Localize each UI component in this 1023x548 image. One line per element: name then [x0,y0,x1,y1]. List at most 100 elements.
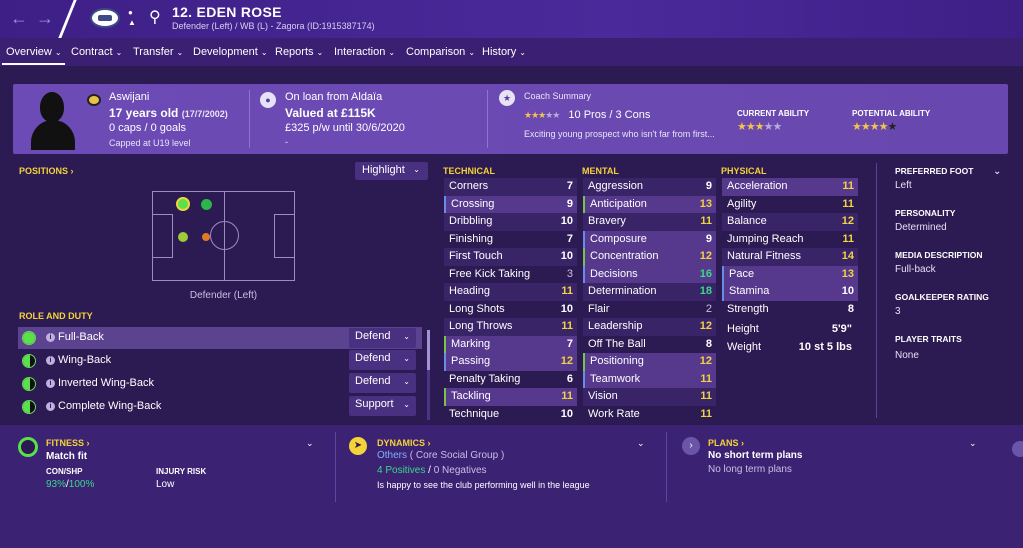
technical-attribute-row[interactable]: Corners 7 [444,178,577,196]
tab-transfer[interactable]: Transfer ⌄ [133,46,183,58]
chevron-down-icon[interactable]: ⌄ [969,438,977,449]
nationality[interactable]: Aswijani [109,91,149,103]
physical-attribute-row[interactable]: Agility 11 [722,196,858,214]
mental-attribute-row[interactable]: Positioning 12 [583,353,716,371]
attribute-value: 13 [841,267,854,280]
attribute-value: 18 [699,285,712,297]
info-icon[interactable]: i [46,333,55,342]
tab-comparison[interactable]: Comparison ⌄ [406,46,475,58]
mental-attribute-row[interactable]: Teamwork 11 [583,370,716,388]
highlight-dropdown[interactable]: Highlight ⌄ [355,162,428,180]
technical-attribute-row[interactable]: Tackling 11 [444,388,577,406]
player-avatar-icon [31,92,75,150]
fitness-title[interactable]: FITNESS › [46,438,90,448]
chevron-down-icon[interactable]: ⌄ [637,438,645,449]
pitch-position-label: Defender (Left) [189,290,258,301]
tab-contract[interactable]: Contract ⌄ [71,46,122,58]
nation-flag-icon[interactable] [87,94,101,106]
chevron-down-icon[interactable]: ⌄ [306,438,314,449]
attribute-name: Teamwork [590,372,641,385]
club-badge-icon[interactable] [90,8,120,28]
info-icon[interactable]: i [46,379,55,388]
mental-attribute-row[interactable]: Leadership 12 [583,318,716,336]
mental-attribute-row[interactable]: Vision 11 [583,388,716,406]
position-dot-wbl[interactable] [201,199,212,210]
tab-reports[interactable]: Reports ⌄ [275,46,323,58]
role-suitability-icon [22,354,36,368]
duty-dropdown[interactable]: Defend ⌄ [349,328,416,348]
position-dot-dm[interactable] [178,232,188,242]
tab-history[interactable]: History ⌄ [482,46,526,58]
tab-interaction[interactable]: Interaction ⌄ [334,46,395,58]
tab-overview[interactable]: Overview ⌄ [6,46,62,58]
duty-dropdown[interactable]: Defend ⌄ [349,350,416,370]
mental-attribute-row[interactable]: Determination 18 [583,283,716,301]
technical-attribute-row[interactable]: Passing 12 [444,353,577,371]
position-dot-mc[interactable] [202,233,210,241]
info-icon[interactable]: i [46,356,55,365]
mental-attribute-row[interactable]: Flair 2 [583,301,716,319]
role-row[interactable]: i Complete Wing-Back Support ⌄ [18,396,422,418]
current-ability-stars[interactable]: ★★★★★ [737,120,782,133]
shortlist-icons[interactable]: ● ▲ [128,8,136,28]
physical-attribute-row[interactable]: Acceleration 11 [722,178,858,196]
mental-attribute-row[interactable]: Work Rate 11 [583,406,716,424]
active-tab-indicator [2,63,65,65]
technical-attribute-row[interactable]: Free Kick Taking 3 [444,266,577,284]
physical-attribute-row[interactable]: Stamina 10 [722,283,858,301]
position-dot-dl[interactable] [176,197,190,211]
scroll-right-icon[interactable] [1012,441,1023,457]
chevron-down-icon[interactable]: ⌄ [993,166,1001,177]
role-row[interactable]: i Wing-Back Defend ⌄ [18,350,422,372]
technical-attribute-row[interactable]: Finishing 7 [444,231,577,249]
forward-arrow-icon[interactable]: → [36,8,54,29]
back-arrow-icon[interactable]: ← [10,8,28,29]
technical-attribute-row[interactable]: Crossing 9 [444,195,577,213]
social-group[interactable]: Others ( Core Social Group ) [377,450,504,461]
physical-attribute-row[interactable]: Natural Fitness 14 [722,248,858,266]
injury-risk-label: INJURY RISK [156,467,207,476]
attribute-name: Agility [727,197,757,210]
roles-scrollbar-thumb[interactable] [427,330,430,370]
physical-attribute-row[interactable]: Balance 12 [722,213,858,231]
mental-attribute-row[interactable]: Composure 9 [583,230,716,248]
tab-development[interactable]: Development ⌄ [193,46,268,58]
physical-attribute-row[interactable]: Pace 13 [722,265,858,283]
role-row[interactable]: i Inverted Wing-Back Defend ⌄ [18,373,422,395]
potential-ability-stars[interactable]: ★★★★★ [852,120,897,133]
technical-attribute-row[interactable]: Penalty Taking 6 [444,371,577,389]
technical-attribute-row[interactable]: First Touch 10 [444,248,577,266]
weight-label: Weight [727,341,762,353]
plans-title[interactable]: PLANS › [708,438,744,448]
mental-attribute-row[interactable]: Bravery 11 [583,213,716,231]
loan-status[interactable]: On loan from Aldaïa [285,91,382,103]
mental-attribute-row[interactable]: Off The Ball 8 [583,336,716,354]
technical-attribute-row[interactable]: Long Shots 10 [444,301,577,319]
mental-attribute-row[interactable]: Concentration 12 [583,248,716,266]
wage-extra: - [285,137,288,147]
preferred-foot-label: PREFERRED FOOT [895,166,974,176]
physical-attribute-row[interactable]: Jumping Reach 11 [722,231,858,249]
positions-title[interactable]: POSITIONS › [19,166,74,176]
mental-attribute-row[interactable]: Anticipation 13 [583,195,716,213]
technical-attribute-row[interactable]: Technique 10 [444,406,577,424]
search-icon[interactable]: ⚲ [149,7,161,27]
duty-dropdown[interactable]: Support ⌄ [349,396,416,416]
attribute-name: Anticipation [590,197,647,210]
coach-summary-title[interactable]: Coach Summary [524,91,591,101]
technical-attribute-row[interactable]: Marking 7 [444,335,577,353]
current-ability-label: CURRENT ABILITY [737,109,810,118]
technical-attribute-row[interactable]: Dribbling 10 [444,213,577,231]
attribute-name: Penalty Taking [449,372,521,385]
mental-attribute-row[interactable]: Decisions 16 [583,265,716,283]
mental-attribute-row[interactable]: Aggression 9 [583,178,716,196]
duty-dropdown[interactable]: Defend ⌄ [349,373,416,393]
technical-attribute-row[interactable]: Heading 11 [444,283,577,301]
info-icon[interactable]: i [46,402,55,411]
role-row[interactable]: i Full-Back Defend ⌄ [18,327,422,349]
dynamics-title[interactable]: DYNAMICS › [377,438,431,448]
technical-attribute-row[interactable]: Long Throws 11 [444,318,577,336]
coach-summary-line[interactable]: ★★★★★ 10 Pros / 3 Cons [524,109,650,121]
physical-attribute-row[interactable]: Strength 8 [722,301,858,319]
capped-level: Capped at U19 level [109,138,191,148]
